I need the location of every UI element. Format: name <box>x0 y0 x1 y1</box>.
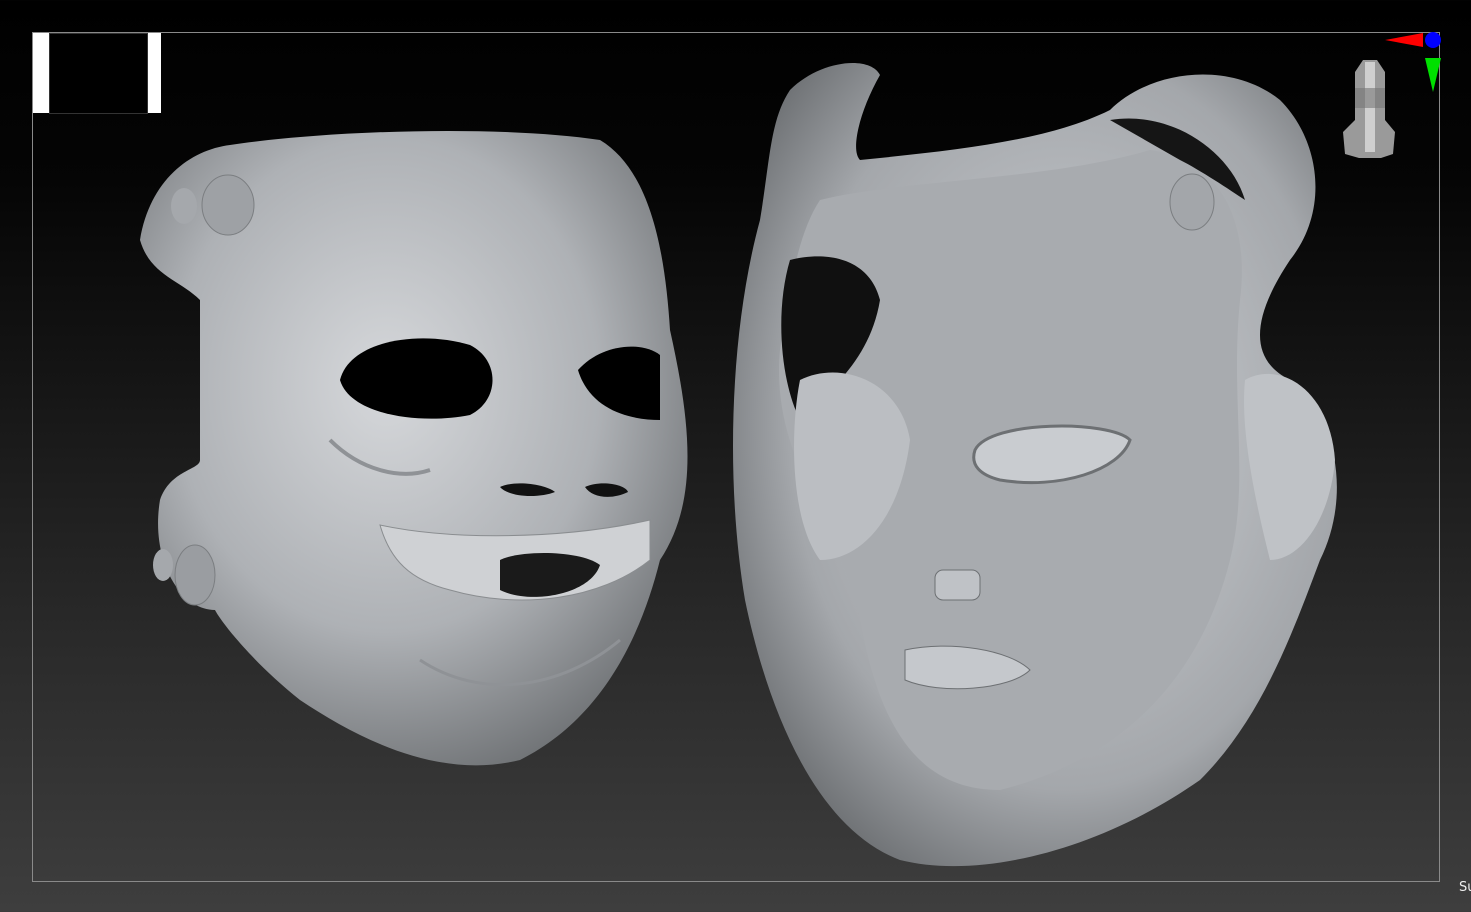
head-navigation-icon <box>1343 60 1395 158</box>
z-axis-dot-icon <box>1425 32 1441 48</box>
orientation-gizmo-icon[interactable] <box>1335 30 1445 165</box>
y-axis-arrow-icon <box>1425 58 1441 92</box>
mask-inside-model[interactable] <box>733 63 1337 867</box>
status-text: Su <box>1459 880 1471 895</box>
mask-front-model[interactable] <box>140 130 688 766</box>
sculpt-scene[interactable] <box>0 0 1471 912</box>
navigation-thumbnail[interactable] <box>33 33 161 114</box>
thumbnail-silhouette <box>49 33 148 114</box>
x-axis-arrow-icon <box>1385 33 1423 47</box>
